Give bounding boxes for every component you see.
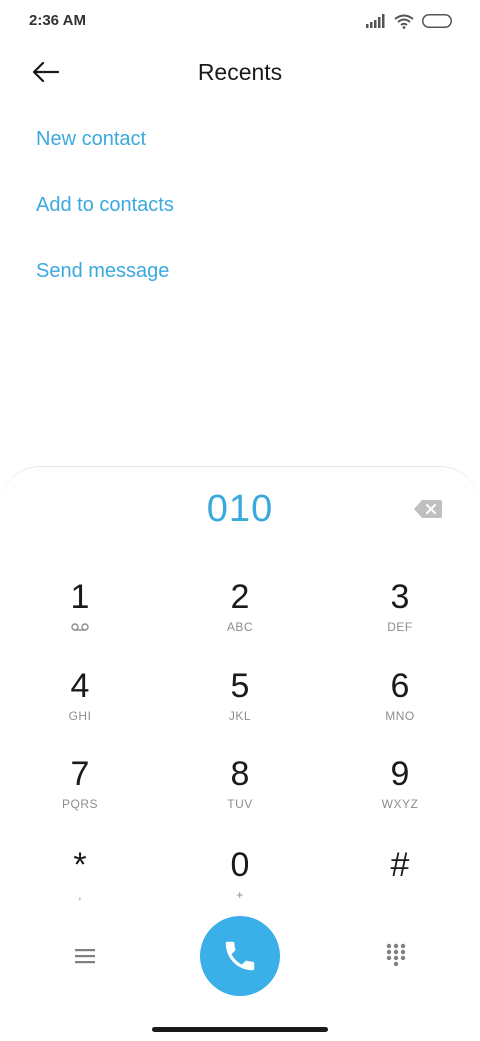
key-digit: # — [390, 846, 410, 884]
key-digit: 8 — [230, 755, 250, 793]
key-9[interactable]: 9 WXYZ — [340, 755, 460, 835]
phone-icon — [225, 941, 255, 971]
key-letters: ABC — [226, 620, 254, 634]
page-title: Recents — [197, 59, 283, 85]
key-6[interactable]: 6 MNO — [340, 667, 460, 747]
key-digit: 9 — [390, 755, 410, 793]
backspace-button[interactable] — [410, 496, 446, 522]
key-digit: 3 — [390, 578, 410, 616]
key-digit: 4 — [70, 667, 90, 705]
key-digit: 5 — [230, 667, 250, 705]
send-message-link[interactable]: Send message — [36, 260, 169, 283]
header: Recents — [0, 44, 480, 100]
key-letters: DEF — [387, 620, 413, 634]
key-5[interactable]: 5 JKL — [180, 667, 300, 747]
key-letters: , — [78, 888, 82, 902]
new-contact-link[interactable]: New contact — [36, 128, 146, 151]
status-bar: 2:36 AM — [0, 0, 480, 44]
key-letters: JKL — [228, 709, 252, 723]
call-button[interactable] — [200, 916, 280, 996]
dialpad-icon — [386, 943, 406, 967]
key-8[interactable]: 8 TUV — [180, 755, 300, 835]
key-digit: 6 — [390, 667, 410, 705]
key-1[interactable]: 1 — [20, 578, 140, 658]
dialpad-toggle-button[interactable] — [380, 938, 412, 972]
key-hash[interactable]: # — [340, 846, 460, 926]
key-letters: + — [236, 888, 244, 902]
key-letters: MNO — [385, 709, 415, 723]
status-time: 2:36 AM — [29, 12, 86, 29]
wifi-icon — [394, 14, 414, 29]
menu-button[interactable] — [68, 940, 102, 972]
key-digit: 7 — [70, 755, 90, 793]
key-2[interactable]: 2 ABC — [180, 578, 300, 658]
menu-icon — [75, 949, 95, 964]
battery-icon — [422, 14, 452, 28]
dialed-number: 010 — [206, 488, 274, 530]
add-to-contacts-link[interactable]: Add to contacts — [36, 194, 174, 217]
key-7[interactable]: 7 PQRS — [20, 755, 140, 835]
key-letters: WXYZ — [381, 797, 419, 811]
signal-icon — [366, 14, 385, 28]
key-4[interactable]: 4 GHI — [20, 667, 140, 747]
key-3[interactable]: 3 DEF — [340, 578, 460, 658]
key-digit: 2 — [230, 578, 250, 616]
key-star[interactable]: * , — [20, 846, 140, 926]
key-letters: GHI — [68, 709, 92, 723]
key-letters: PQRS — [61, 797, 98, 811]
status-icons — [366, 12, 452, 30]
key-digit: 0 — [230, 846, 250, 884]
voicemail-icon — [20, 620, 140, 635]
key-letters: TUV — [227, 797, 253, 811]
key-digit: 1 — [70, 578, 90, 616]
key-0[interactable]: 0 + — [180, 846, 300, 926]
backspace-icon — [414, 500, 442, 518]
key-digit: * — [73, 846, 87, 884]
home-indicator — [152, 1027, 328, 1032]
